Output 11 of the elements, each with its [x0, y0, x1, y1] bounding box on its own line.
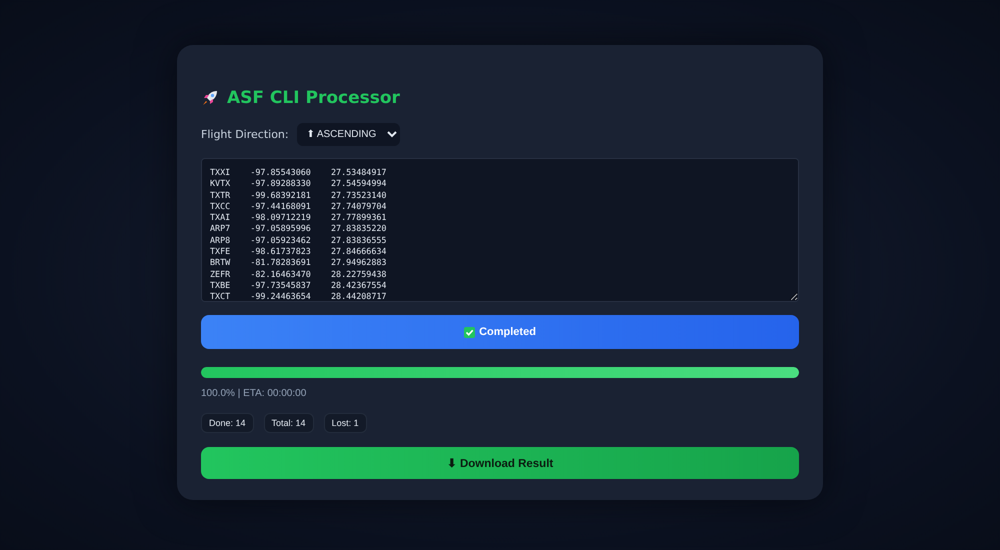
status-button[interactable]: Completed — [201, 315, 799, 349]
coordinates-field[interactable]: TXXI -97.85543060 27.53484917 KVTX -97.89288330 27.54594994 TXTR -99.68392181 27.73523140 TXCC -97.44168091 27.74079704 TXAI -98.09712219 27.77899361 ARP7 -97.05895996 27.83835220 ARP8 -97.05923462 27.83836555 TXFE -98.61737823 27.84666634 BRTW -81.78283691 27.94962883 ZEFR -82.16463470 28.22759438 TXBE -97.73545837 28.42367554 TXCT -99.24463654 28.44208717 — [201, 158, 799, 302]
rocket-icon — [201, 89, 219, 107]
stat-chip: Total: 14 — [264, 413, 314, 433]
app-title: ASF CLI Processor — [227, 88, 400, 108]
direction-select[interactable]: ⬆ ASCENDING — [296, 123, 400, 146]
progress-text: 100.0% | ETA: 00:00:00 — [201, 388, 308, 399]
stat-chip: Done: 14 — [201, 413, 254, 433]
stat-chip: Lost: 1 — [324, 413, 367, 433]
direction-label: Flight Direction: — [201, 128, 289, 141]
download-button[interactable]: ⬇ Download Result — [201, 447, 799, 479]
